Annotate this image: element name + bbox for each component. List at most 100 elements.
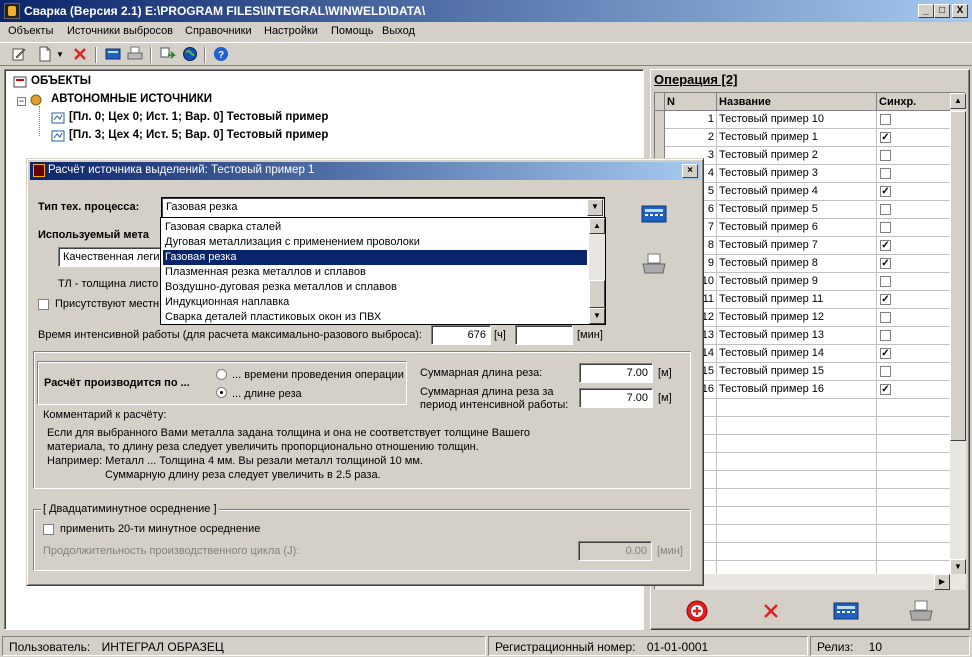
- menu-settings[interactable]: Настройки: [264, 25, 318, 37]
- row-indicator[interactable]: [655, 111, 665, 129]
- dropdown-option[interactable]: Плазменная резка металлов и сплавов: [163, 265, 587, 280]
- dropdown-scrollbar[interactable]: ▲ ▼: [589, 218, 605, 324]
- window-titlebar[interactable]: Сварка (Версия 2.1) E:\PROGRAM FILES\INT…: [0, 0, 972, 22]
- sync-checkbox[interactable]: [880, 114, 891, 125]
- calculator-icon[interactable]: [104, 46, 122, 64]
- dropdown-option[interactable]: Газовая сварка сталей: [163, 220, 587, 235]
- grid-header-sync[interactable]: Синхр.: [877, 93, 951, 111]
- sync-checkbox[interactable]: ✓: [880, 258, 891, 269]
- grid-vertical-scrollbar[interactable]: ▲ ▼: [950, 93, 966, 575]
- sync-checkbox[interactable]: [880, 204, 891, 215]
- tree-root[interactable]: ОБЪЕКТЫ: [31, 75, 91, 87]
- grid-corner: [655, 93, 665, 111]
- cell-name: Тестовый пример 13: [717, 327, 877, 345]
- radio-by-length[interactable]: [216, 387, 227, 398]
- globe-icon[interactable]: [181, 46, 199, 64]
- row-indicator[interactable]: [655, 129, 665, 147]
- radio-by-time[interactable]: [216, 369, 227, 380]
- menu-sources[interactable]: Источники выбросов: [67, 25, 173, 37]
- metal-value: Качественная леги: [63, 251, 160, 263]
- table-row[interactable]: 1 Тестовый пример 10: [655, 111, 951, 129]
- metal-label: Используемый мета: [38, 229, 149, 241]
- scroll-down-button[interactable]: ▼: [950, 559, 966, 575]
- print-icon[interactable]: [126, 46, 144, 64]
- local-exhaust-checkbox[interactable]: [38, 299, 49, 310]
- cell-name: Тестовый пример 2: [717, 147, 877, 165]
- radio-by-length-label[interactable]: ... длине реза: [232, 388, 302, 400]
- dialog-titlebar[interactable]: Расчёт источника выделений: Тестовый при…: [30, 162, 700, 180]
- cell-n: 2: [665, 129, 717, 147]
- delete-operation-icon[interactable]: [758, 599, 784, 621]
- total-length-intensive-input[interactable]: 7.00: [579, 388, 653, 408]
- help-icon[interactable]: ?: [212, 46, 230, 64]
- sync-checkbox[interactable]: [880, 150, 891, 161]
- dropdown-option[interactable]: Воздушно-дуговая резка металлов и сплаво…: [163, 280, 587, 295]
- radio-by-time-label[interactable]: ... времени проведения операции: [232, 369, 404, 381]
- chevron-down-icon[interactable]: ▼: [587, 199, 603, 216]
- calculate-operation-icon[interactable]: [833, 599, 859, 621]
- dialog-icon: [33, 164, 45, 177]
- edit-icon[interactable]: [10, 46, 28, 64]
- cell-sync: [877, 147, 951, 165]
- intensive-hours-input[interactable]: 676: [431, 325, 491, 345]
- scroll-up-button[interactable]: ▲: [589, 218, 605, 234]
- scroll-up-button[interactable]: ▲: [950, 93, 966, 109]
- sync-checkbox[interactable]: [880, 330, 891, 341]
- table-row[interactable]: 2 Тестовый пример 1 ✓: [655, 129, 951, 147]
- sync-checkbox[interactable]: [880, 168, 891, 179]
- menu-references[interactable]: Справочники: [185, 25, 252, 37]
- menu-exit[interactable]: Выход: [382, 25, 415, 37]
- print-icon[interactable]: [641, 253, 667, 275]
- dropdown-option[interactable]: Дуговая металлизация с применением прово…: [163, 235, 587, 250]
- calculator-icon[interactable]: [641, 203, 667, 225]
- add-operation-icon[interactable]: [684, 599, 710, 622]
- cell-name: Тестовый пример 10: [717, 111, 877, 129]
- sync-checkbox[interactable]: ✓: [880, 132, 891, 143]
- process-type-select[interactable]: Газовая резка ▼: [161, 197, 605, 218]
- sync-checkbox[interactable]: ✓: [880, 240, 891, 251]
- print-operation-icon[interactable]: [908, 599, 934, 621]
- menu-objects[interactable]: Объекты: [8, 25, 53, 37]
- sync-checkbox[interactable]: [880, 276, 891, 287]
- sync-checkbox[interactable]: ✓: [880, 186, 891, 197]
- total-length-input[interactable]: 7.00: [579, 363, 653, 383]
- sync-checkbox[interactable]: [880, 312, 891, 323]
- close-button[interactable]: X: [952, 4, 968, 18]
- grid-header-n[interactable]: N: [665, 93, 717, 111]
- cycle-duration-input[interactable]: 0.00: [578, 541, 652, 561]
- process-type-dropdown[interactable]: Газовая сварка сталей Дуговая металлизаци…: [160, 217, 606, 325]
- sync-checkbox[interactable]: [880, 366, 891, 377]
- dropdown-option[interactable]: Газовая резка: [163, 250, 587, 265]
- sync-checkbox[interactable]: [880, 222, 891, 233]
- dropdown-option[interactable]: Индукционная наплавка: [163, 295, 587, 310]
- tree-item[interactable]: [Пл. 0; Цех 0; Ист. 1; Вар. 0] Тестовый …: [69, 111, 328, 123]
- sync-checkbox[interactable]: ✓: [880, 294, 891, 305]
- delete-icon[interactable]: [71, 46, 89, 64]
- twenty-minute-label[interactable]: применить 20-ти минутное осреднение: [60, 523, 260, 535]
- export-icon[interactable]: [159, 46, 177, 64]
- scroll-thumb[interactable]: [950, 111, 966, 441]
- sync-checkbox[interactable]: ✓: [880, 348, 891, 359]
- tree-item[interactable]: [Пл. 3; Цех 4; Ист. 5; Вар. 0] Тестовый …: [69, 129, 328, 141]
- dropdown-option[interactable]: Сварка деталей пластиковых окон из ПВХ: [163, 310, 587, 325]
- scroll-thumb[interactable]: [589, 280, 605, 308]
- intensive-minutes-input[interactable]: [515, 325, 573, 345]
- chevron-down-icon[interactable]: ▼: [55, 46, 65, 64]
- cell-name: Тестовый пример 12: [717, 309, 877, 327]
- grid-header-name[interactable]: Название: [717, 93, 877, 111]
- metal-select[interactable]: Качественная леги: [58, 247, 168, 267]
- twenty-minute-group: [33, 509, 691, 571]
- cell-sync: [877, 201, 951, 219]
- new-document-icon[interactable]: [36, 46, 54, 64]
- maximize-button[interactable]: □: [934, 4, 950, 18]
- sync-checkbox[interactable]: ✓: [880, 384, 891, 395]
- scroll-right-button[interactable]: ▶: [934, 574, 950, 590]
- dialog-title: Расчёт источника выделений: Тестовый при…: [48, 164, 315, 176]
- dialog-close-button[interactable]: ×: [682, 164, 698, 178]
- tree-collapse-toggle[interactable]: −: [17, 97, 26, 106]
- twenty-minute-checkbox[interactable]: [43, 524, 54, 535]
- menu-help[interactable]: Помощь: [331, 25, 374, 37]
- tree-node-sources[interactable]: АВТОНОМНЫЕ ИСТОЧНИКИ: [51, 93, 212, 105]
- minimize-button[interactable]: _: [918, 4, 934, 18]
- scroll-down-button[interactable]: ▼: [589, 308, 605, 324]
